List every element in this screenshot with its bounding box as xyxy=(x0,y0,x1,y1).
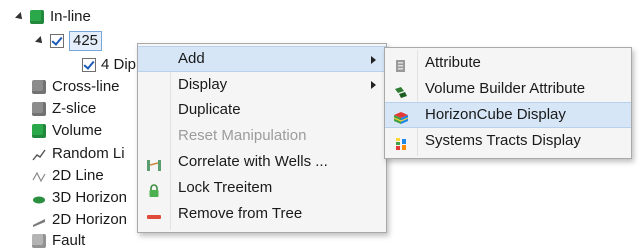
tree-item-3d-horizon[interactable]: 3D Horizon xyxy=(32,187,127,209)
remove-icon xyxy=(146,207,162,221)
tree-item-cross-line[interactable]: Cross-line xyxy=(32,76,120,98)
tree-item-label: 4 Dip xyxy=(101,56,137,73)
menu-item-label: Attribute xyxy=(425,54,481,71)
tree-item-425[interactable]: 425 xyxy=(35,30,103,52)
random-line-icon xyxy=(32,147,46,161)
tree-item-label: 2D Line xyxy=(52,167,104,184)
fault-icon xyxy=(32,234,46,248)
tree-item-label: Z-slice xyxy=(52,100,97,117)
menu-item-remove-from-tree[interactable]: Remove from Tree xyxy=(138,201,386,227)
submenu-item-systems-tracts-display[interactable]: Systems Tracts Display xyxy=(385,128,631,154)
tree-item-random-line[interactable]: Random Li xyxy=(32,143,125,165)
add-submenu: Attribute Volume Builder Attribute Horiz… xyxy=(384,47,632,159)
tree-item-inline[interactable]: In-line xyxy=(15,6,91,28)
lock-icon xyxy=(146,181,162,197)
submenu-arrow-icon xyxy=(371,81,376,89)
menu-item-label: Systems Tracts Display xyxy=(425,132,581,149)
tree-item-label: 2D Horizon xyxy=(52,211,128,228)
checkbox-4-dip[interactable] xyxy=(82,58,96,72)
tree-item-label: 3D Horizon xyxy=(52,189,128,206)
tree-item-label: 425 xyxy=(69,31,103,51)
tree-item-2d-horizon[interactable]: 2D Horizon xyxy=(32,209,127,231)
menu-item-display[interactable]: Display xyxy=(138,72,386,98)
menu-item-add[interactable]: Add xyxy=(138,46,386,72)
tree-item-volume[interactable]: Volume xyxy=(32,120,102,142)
menu-item-label: Remove from Tree xyxy=(178,205,303,222)
menu-item-label: Duplicate xyxy=(178,101,241,118)
3d-horizon-icon xyxy=(32,191,46,205)
tree-item-label: In-line xyxy=(50,8,91,25)
zslice-cube-icon xyxy=(32,102,46,116)
tree-item-label: Cross-line xyxy=(52,78,120,95)
menu-item-label: HorizonCube Display xyxy=(425,106,566,123)
checkbox-425[interactable] xyxy=(50,34,64,48)
systems-tracts-icon xyxy=(393,134,409,150)
volume-builder-icon xyxy=(393,82,409,98)
menu-item-label: Add xyxy=(178,50,205,67)
tree-item-label: Volume xyxy=(52,122,103,139)
crossline-cube-icon xyxy=(32,80,46,94)
menu-item-label: Lock Treeitem xyxy=(178,179,273,196)
volume-cube-icon xyxy=(32,124,46,138)
menu-item-correlate-wells[interactable]: Correlate with Wells ... xyxy=(138,149,386,175)
correlate-wells-icon xyxy=(146,155,162,171)
tree-item-label: Random Li xyxy=(52,145,125,162)
menu-item-label: Display xyxy=(178,76,228,93)
menu-item-reset-manipulation: Reset Manipulation xyxy=(138,123,386,149)
menu-item-label: Reset Manipulation xyxy=(178,127,307,144)
expand-arrow-icon[interactable] xyxy=(35,36,45,46)
tree-item-2d-line[interactable]: 2D Line xyxy=(32,165,104,187)
menu-item-label: Volume Builder Attribute xyxy=(425,80,586,97)
tree-item-label: Fault xyxy=(52,232,86,249)
tree-item-4-dip[interactable]: 4 Dip xyxy=(82,54,136,76)
submenu-arrow-icon xyxy=(371,56,376,64)
menu-item-duplicate[interactable]: Duplicate xyxy=(138,97,386,123)
submenu-item-volume-builder-attribute[interactable]: Volume Builder Attribute xyxy=(385,76,631,102)
submenu-item-attribute[interactable]: Attribute xyxy=(385,50,631,76)
expand-arrow-icon[interactable] xyxy=(15,12,25,22)
menu-item-lock-treeitem[interactable]: Lock Treeitem xyxy=(138,175,386,201)
context-menu: Add Display Duplicate Reset Manipulation… xyxy=(137,43,387,233)
menu-item-label: Correlate with Wells ... xyxy=(178,153,328,170)
2d-line-icon xyxy=(32,169,46,183)
attribute-icon xyxy=(393,56,409,72)
tree-item-z-slice[interactable]: Z-slice xyxy=(32,98,96,120)
2d-horizon-icon xyxy=(32,213,46,227)
horizoncube-icon xyxy=(393,109,409,124)
tree-item-fault[interactable]: Fault xyxy=(32,230,85,252)
submenu-item-horizoncube-display[interactable]: HorizonCube Display xyxy=(385,102,631,128)
inline-cube-icon xyxy=(30,10,44,24)
